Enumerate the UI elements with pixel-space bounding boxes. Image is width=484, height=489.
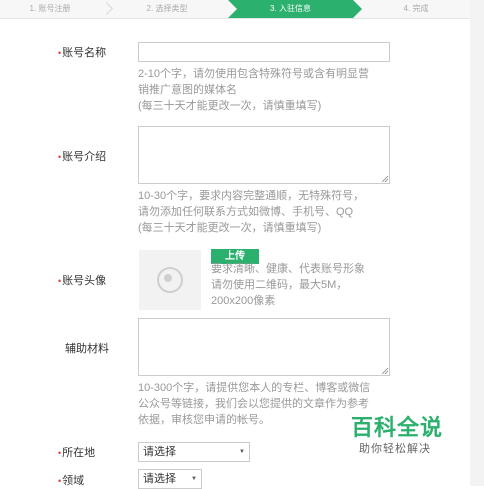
- account-name-help: 2-10个字，请勿使用包含特殊符号或含有明显营 销推广意图的媒体名 (每三十天才…: [138, 68, 370, 112]
- resize-grip-icon[interactable]: [382, 176, 388, 182]
- step-2: 2. 选择类型: [112, 0, 222, 18]
- avatar-placeholder: [139, 250, 201, 310]
- step-3-label: 3. 入驻信息: [270, 4, 311, 13]
- watermark-logo: 百科全说: [351, 415, 444, 440]
- step-1-label: 1. 账号注册: [29, 4, 71, 13]
- materials-label: 辅助材料: [65, 343, 109, 355]
- materials-help: 10-300个字，请提供您本人的专栏、博客或微信 公众号等链接，我们会以您提供的…: [138, 382, 371, 426]
- location-label: •所在地: [58, 447, 96, 459]
- chevron-down-icon: ▼: [239, 449, 245, 455]
- avatar-label: •账号头像: [58, 275, 107, 287]
- step-1: 1. 账号注册: [0, 0, 100, 18]
- chevron-down-icon: ▼: [191, 476, 197, 482]
- account-name-label: •账号名称: [58, 47, 107, 59]
- step-4: 4. 完成: [362, 0, 470, 18]
- progress-steps: 1. 账号注册 2. 选择类型 3. 入驻信息 4. 完成: [0, 0, 470, 19]
- account-intro-label: •账号介绍: [58, 151, 107, 163]
- page-side-gutter: [470, 0, 484, 486]
- step-2-label: 2. 选择类型: [146, 4, 188, 13]
- account-name-input[interactable]: [138, 42, 390, 62]
- watermark-subtitle: 助你轻松解决: [359, 443, 431, 455]
- step-4-label: 4. 完成: [403, 4, 429, 13]
- field-select[interactable]: 请选择 ▼: [138, 469, 202, 489]
- materials-textarea[interactable]: [138, 318, 390, 376]
- avatar-help: 要求清晰、健康、代表账号形象 请勿使用二维码，最大5M， 200x200像素: [211, 263, 365, 307]
- account-intro-help: 10-30个字，要求内容完整通顺，无特殊符号， 请勿添加任何联系方式如微博、手机…: [138, 190, 365, 234]
- account-intro-textarea[interactable]: [138, 126, 390, 184]
- location-select[interactable]: 请选择 ▼: [138, 442, 250, 462]
- resize-grip-icon[interactable]: [382, 368, 388, 374]
- step-3-active: 3. 入驻信息: [228, 0, 362, 18]
